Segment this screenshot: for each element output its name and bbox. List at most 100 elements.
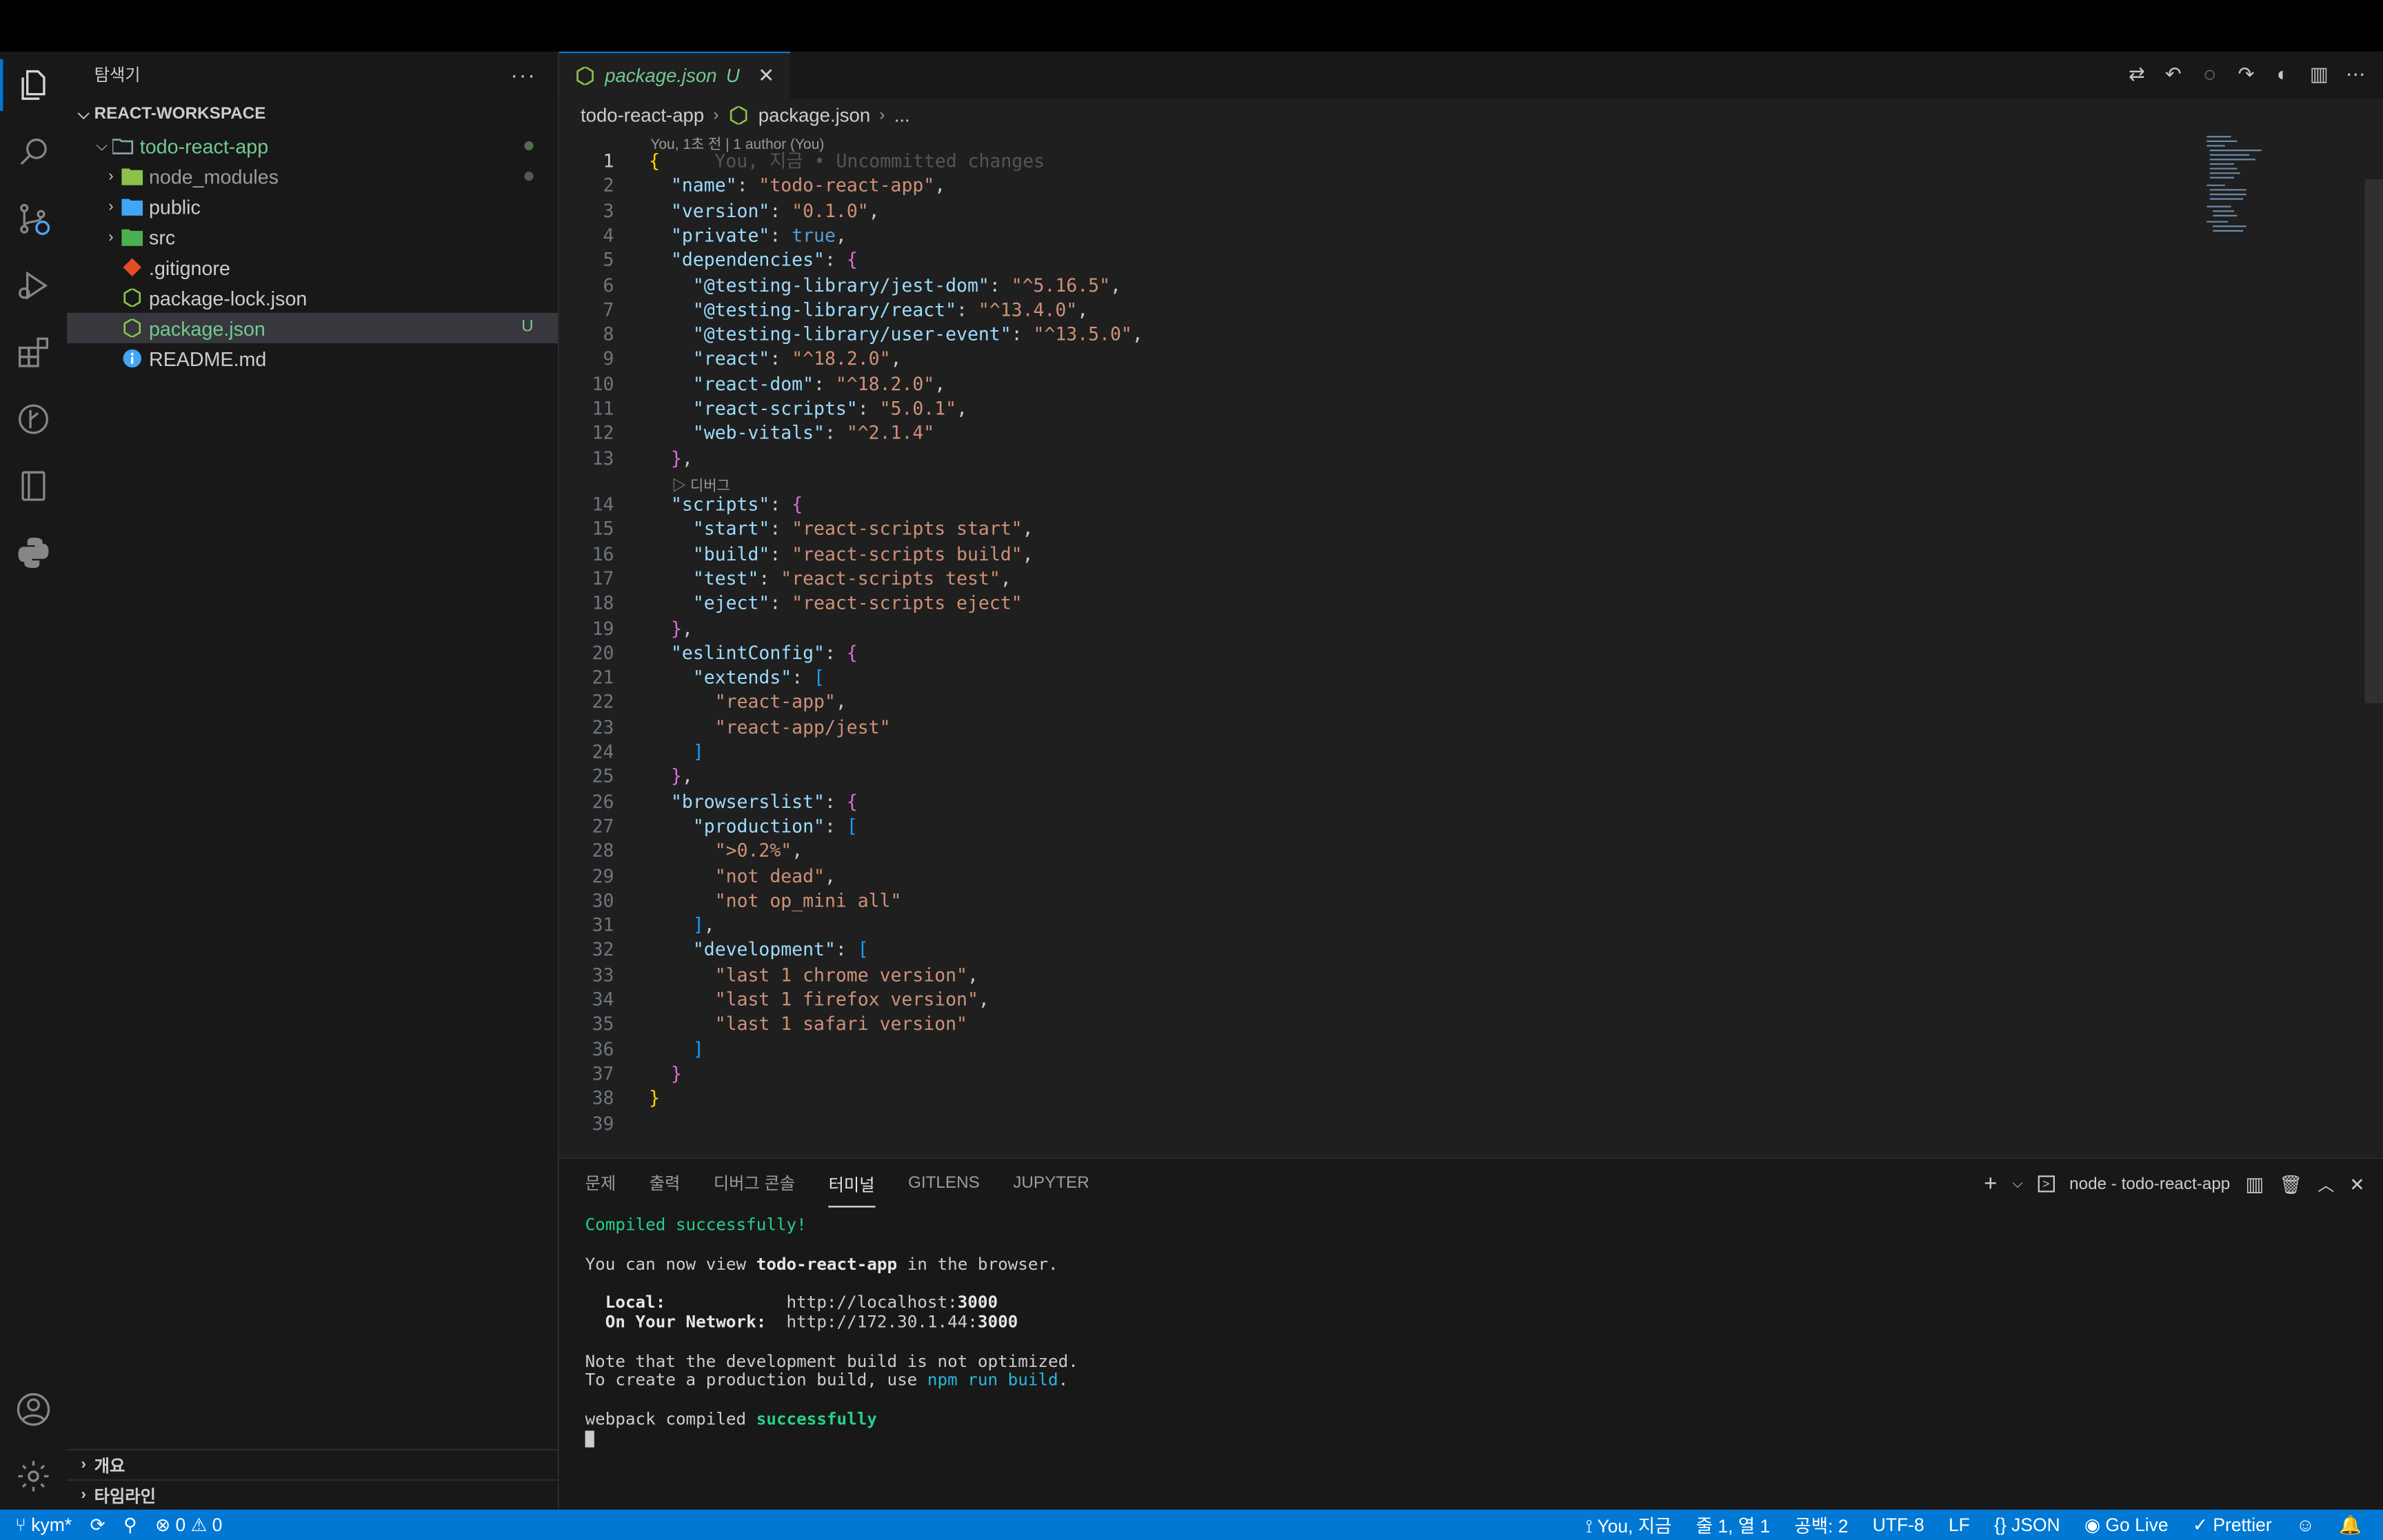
- notifications-bell-icon[interactable]: 🔔: [2339, 1514, 2362, 1536]
- code-line: 27 "production": [: [559, 814, 858, 839]
- extensions-icon[interactable]: [12, 331, 55, 374]
- open-changes-icon[interactable]: ⇄: [2124, 62, 2149, 86]
- run-debug-icon[interactable]: [12, 264, 55, 307]
- workspace-section-header[interactable]: ⌵ REACT-WORKSPACE: [67, 97, 558, 130]
- check-double-icon: ✓: [2192, 1514, 2213, 1536]
- prettier-status[interactable]: ✓ Prettier: [2193, 1514, 2272, 1536]
- line-number: 4: [603, 224, 614, 246]
- minimap[interactable]: [2204, 134, 2264, 240]
- panel-actions: + ⌵ > node - todo-react-app ▥ 🗑 ︿ ✕: [1984, 1171, 2364, 1197]
- tree-folder-node-modules[interactable]: › node_modules: [67, 161, 558, 192]
- tree-file-package-json[interactable]: package.json U: [66, 312, 558, 343]
- breadcrumb-file[interactable]: package.json: [758, 105, 870, 126]
- tree-file-gitignore[interactable]: .gitignore: [67, 252, 558, 283]
- close-icon[interactable]: ✕: [758, 64, 774, 88]
- tab-terminal[interactable]: 터미널: [828, 1172, 875, 1207]
- bottom-panel: 문제 출력 디버그 콘솔 터미널 GITLENS JUPYTER + ⌵ > n…: [559, 1157, 2383, 1510]
- more-actions-icon[interactable]: ⋯: [2344, 62, 2368, 86]
- line-number: 12: [592, 423, 614, 444]
- sync-icon[interactable]: ⟳: [90, 1514, 105, 1536]
- tree-item-label: public: [149, 195, 201, 219]
- tree-folder-public[interactable]: › public: [67, 192, 558, 222]
- nodejs-file-icon: [574, 65, 596, 87]
- tree-file-package-lock-json[interactable]: package-lock.json: [67, 283, 558, 313]
- publish-icon[interactable]: ⚲: [123, 1514, 137, 1536]
- braces-icon: {}: [1994, 1514, 2012, 1536]
- code-line: 32 "development": [: [559, 938, 869, 962]
- tree-item-label: src: [149, 225, 176, 249]
- branch-status[interactable]: ⑂ kym*: [15, 1514, 72, 1536]
- tree-folder-todo-react-app[interactable]: ⌵ todo-react-app: [67, 130, 558, 161]
- line-number: 3: [603, 199, 614, 221]
- line-number: 22: [592, 691, 614, 713]
- blame-status[interactable]: ⟟ You, 지금: [1586, 1512, 1672, 1537]
- breadcrumb-folder[interactable]: todo-react-app: [581, 105, 704, 126]
- line-number: 14: [592, 494, 614, 515]
- code-editor[interactable]: You, 1초 전 | 1 author (You) 1{You, 지금 • U…: [559, 132, 2383, 1157]
- tab-problems[interactable]: 문제: [585, 1171, 616, 1195]
- tab-package-json[interactable]: package.json U ✕: [559, 51, 790, 99]
- git-status-dot: [524, 141, 534, 151]
- close-panel-icon[interactable]: ✕: [2349, 1173, 2364, 1195]
- code-line: 28 ">0.2%",: [559, 839, 803, 864]
- encoding[interactable]: UTF-8: [1873, 1514, 1924, 1536]
- account-icon[interactable]: [12, 1388, 55, 1431]
- gitlens-icon[interactable]: [12, 398, 55, 440]
- code-line: 38}: [559, 1086, 660, 1111]
- code-line: 8 "@testing-library/user-event": "^13.5.…: [559, 322, 1143, 347]
- notebook-icon[interactable]: [12, 465, 55, 507]
- chevron-down-icon[interactable]: ⌵: [2012, 1175, 2022, 1192]
- language-mode[interactable]: {} JSON: [1994, 1514, 2060, 1536]
- tree-folder-src[interactable]: › src: [67, 222, 558, 252]
- revision-icon[interactable]: ◌: [2198, 62, 2222, 86]
- code-line: 9 "react": "^18.2.0",: [559, 347, 902, 372]
- tab-gitlens[interactable]: GITLENS: [908, 1174, 980, 1192]
- tab-jupyter[interactable]: JUPYTER: [1013, 1174, 1089, 1192]
- terminal-output[interactable]: Compiled successfully! You can now view …: [585, 1215, 1078, 1450]
- code-line: 29 "not dead",: [559, 864, 836, 889]
- problems-status[interactable]: ⊗ 0 ⚠ 0: [155, 1514, 222, 1536]
- new-terminal-icon[interactable]: +: [1984, 1171, 1997, 1197]
- toggle-blame-icon[interactable]: ◐: [2271, 62, 2295, 86]
- terminal-line: You can now view todo-react-app in the b…: [585, 1253, 1058, 1274]
- line-number: 13: [592, 447, 614, 469]
- outline-section[interactable]: › 개요: [66, 1448, 560, 1479]
- line-number: 27: [592, 815, 614, 837]
- split-editor-icon[interactable]: ▥: [2307, 62, 2331, 86]
- breadcrumb-more[interactable]: ...: [894, 105, 910, 126]
- explorer-icon[interactable]: [12, 64, 55, 107]
- tab-status: U: [725, 65, 740, 87]
- code-line: 11 "react-scripts": "5.0.1",: [559, 396, 967, 421]
- line-number: 23: [592, 716, 614, 738]
- git-branch-icon: ⑂: [15, 1514, 32, 1536]
- feedback-icon[interactable]: ☺: [2296, 1514, 2315, 1536]
- indentation[interactable]: 공백: 2: [1794, 1512, 1848, 1537]
- next-revision-icon[interactable]: ↷: [2234, 62, 2258, 86]
- tab-output[interactable]: 출력: [650, 1171, 681, 1195]
- line-number: 9: [603, 348, 614, 370]
- terminal-name[interactable]: node - todo-react-app: [2069, 1175, 2230, 1193]
- settings-gear-icon[interactable]: [12, 1455, 55, 1498]
- explorer-sidebar: 탐색기 ··· ⌵ REACT-WORKSPACE ⌵ todo-react-a…: [66, 51, 560, 1510]
- folder-src-icon: [121, 226, 143, 247]
- tab-debug-console[interactable]: 디버그 콘솔: [714, 1171, 795, 1195]
- cursor-position[interactable]: 줄 1, 열 1: [1696, 1512, 1770, 1537]
- chevron-down-icon: ⌵: [77, 105, 90, 123]
- line-number: 28: [592, 840, 614, 862]
- workspace-name: REACT-WORKSPACE: [94, 105, 266, 123]
- previous-revision-icon[interactable]: ↶: [2161, 62, 2185, 86]
- trash-icon[interactable]: 🗑: [2279, 1173, 2302, 1195]
- python-icon[interactable]: [12, 531, 55, 574]
- more-actions-icon[interactable]: ···: [511, 62, 536, 86]
- timeline-label: 타임라인: [94, 1488, 156, 1506]
- end-of-line[interactable]: LF: [1949, 1514, 1970, 1536]
- search-icon[interactable]: [12, 130, 55, 173]
- line-number: 31: [592, 914, 614, 936]
- maximize-panel-icon[interactable]: ︿: [2317, 1172, 2334, 1196]
- editor-scrollbar[interactable]: [2364, 179, 2383, 704]
- go-live-button[interactable]: ◉ Go Live: [2084, 1514, 2169, 1536]
- tree-file-readme[interactable]: README.md: [67, 343, 558, 374]
- timeline-section[interactable]: › 타임라인: [66, 1479, 560, 1510]
- source-control-icon[interactable]: [12, 197, 55, 240]
- split-terminal-icon[interactable]: ▥: [2245, 1172, 2264, 1196]
